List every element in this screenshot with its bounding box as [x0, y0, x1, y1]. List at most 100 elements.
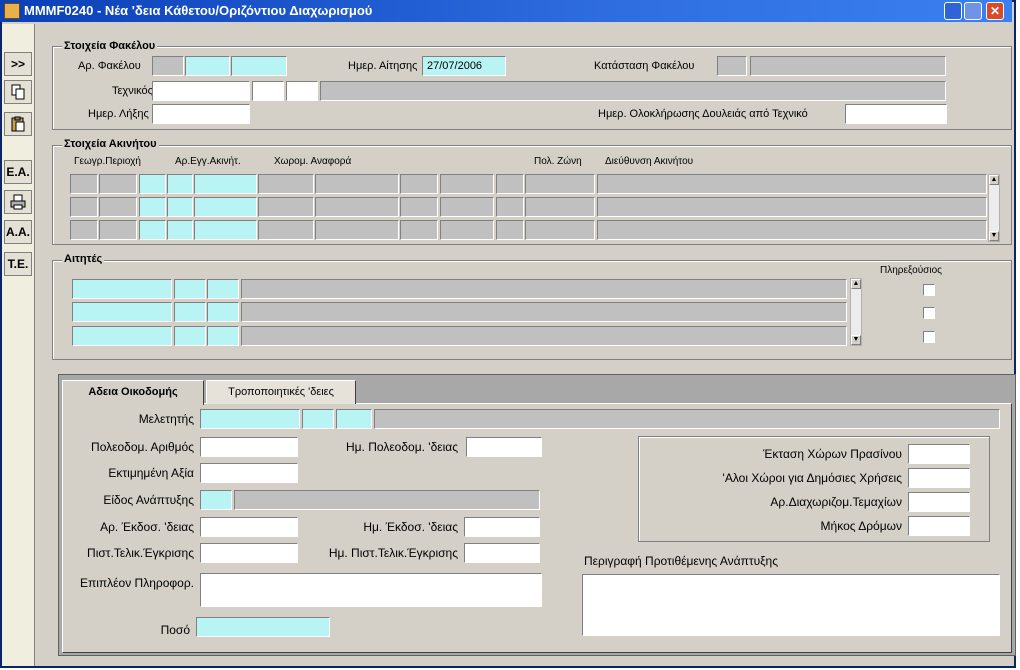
scroll-down-icon[interactable]: ▼ [989, 231, 999, 241]
full-owner-checkbox[interactable] [923, 284, 935, 296]
urban-no-field[interactable] [200, 437, 298, 457]
aa-button[interactable]: Α.Α. [4, 220, 32, 244]
claim-cell[interactable] [72, 326, 172, 346]
full-owner-checkbox[interactable] [923, 307, 935, 319]
property-cell[interactable] [400, 197, 438, 217]
property-cell[interactable] [315, 220, 399, 240]
property-cell[interactable] [440, 174, 494, 194]
claim-cell[interactable] [241, 326, 847, 346]
property-scrollbar[interactable]: ▲ ▼ [988, 174, 1000, 242]
scroll-up-icon[interactable]: ▲ [851, 279, 861, 289]
scroll-up-icon[interactable]: ▲ [989, 175, 999, 185]
permit-no-field[interactable] [200, 517, 298, 537]
claim-cell[interactable] [207, 279, 239, 299]
completion-date-field[interactable] [845, 104, 947, 124]
property-cell[interactable] [139, 220, 166, 240]
scroll-down-icon[interactable]: ▼ [851, 335, 861, 345]
claim-cell[interactable] [241, 302, 847, 322]
property-cell[interactable] [258, 220, 314, 240]
claim-cell[interactable] [241, 279, 847, 299]
engineer-code[interactable] [200, 409, 300, 429]
claims-scrollbar[interactable]: ▲ ▼ [850, 278, 862, 346]
tab-building-permit[interactable]: Αδεια Οικοδομής [62, 380, 204, 405]
property-cell[interactable] [496, 174, 524, 194]
property-cell[interactable] [167, 220, 193, 240]
claim-cell[interactable] [72, 279, 172, 299]
claim-cell[interactable] [207, 302, 239, 322]
property-cell[interactable] [525, 197, 595, 217]
ea-button[interactable]: Ε.Α. [4, 160, 32, 184]
property-cell[interactable] [70, 174, 98, 194]
engineer-part3[interactable] [336, 409, 372, 429]
property-cell[interactable] [99, 220, 137, 240]
property-cell[interactable] [167, 197, 193, 217]
property-cell[interactable] [258, 197, 314, 217]
property-cell[interactable] [99, 174, 137, 194]
property-cell[interactable] [496, 197, 524, 217]
parcels-field[interactable] [908, 492, 970, 512]
technician-code[interactable] [152, 81, 250, 101]
property-cell[interactable] [70, 220, 98, 240]
te-button[interactable]: Τ.Ε. [4, 252, 32, 276]
engineer-name[interactable] [374, 409, 1000, 429]
property-cell[interactable] [70, 197, 98, 217]
folder-status-desc[interactable] [750, 56, 946, 76]
folder-no-part2[interactable] [185, 56, 230, 76]
property-cell[interactable] [315, 197, 399, 217]
property-cell[interactable] [315, 174, 399, 194]
minimize-button[interactable] [944, 2, 962, 20]
amount-field[interactable] [196, 617, 330, 637]
claim-cell[interactable] [174, 302, 206, 322]
property-cell[interactable] [194, 197, 257, 217]
public-area-field[interactable] [908, 468, 970, 488]
property-cell[interactable] [194, 220, 257, 240]
folder-no-part3[interactable] [231, 56, 287, 76]
property-cell[interactable] [99, 197, 137, 217]
permit-date-field[interactable] [464, 517, 540, 537]
maximize-button[interactable] [964, 2, 982, 20]
property-cell[interactable] [597, 220, 987, 240]
close-button[interactable]: ✕ [986, 2, 1004, 20]
receipt-date-field[interactable] [152, 104, 250, 124]
property-cell[interactable] [496, 220, 524, 240]
folder-status-code[interactable] [717, 56, 747, 76]
property-cell[interactable] [525, 220, 595, 240]
property-cell[interactable] [400, 220, 438, 240]
claim-cell[interactable] [174, 326, 206, 346]
property-cell[interactable] [400, 174, 438, 194]
estimated-value-field[interactable] [200, 463, 298, 483]
description-field[interactable] [582, 574, 1000, 636]
technician-name[interactable] [320, 81, 946, 101]
claim-cell[interactable] [72, 302, 172, 322]
property-cell[interactable] [139, 174, 166, 194]
expand-button[interactable]: >> [4, 52, 32, 76]
engineer-part2[interactable] [302, 409, 334, 429]
cert-date-field[interactable] [464, 543, 540, 563]
development-type-code[interactable] [200, 490, 232, 510]
property-cell[interactable] [440, 197, 494, 217]
claim-cell[interactable] [207, 326, 239, 346]
property-cell[interactable] [597, 197, 987, 217]
property-cell[interactable] [194, 174, 257, 194]
extra-info-field[interactable] [200, 573, 542, 607]
application-date-field[interactable]: 27/07/2006 [422, 56, 506, 76]
property-cell[interactable] [139, 197, 166, 217]
tab-amendment-permits[interactable]: Τροποποιητικές 'δειες [206, 380, 356, 404]
property-cell[interactable] [167, 174, 193, 194]
green-area-field[interactable] [908, 444, 970, 464]
urban-date-field[interactable] [466, 437, 542, 457]
development-type-desc[interactable] [234, 490, 540, 510]
paste-button[interactable] [4, 112, 32, 136]
property-cell[interactable] [597, 174, 987, 194]
copy-button[interactable] [4, 80, 32, 104]
print-button[interactable] [4, 190, 32, 214]
claim-cell[interactable] [174, 279, 206, 299]
property-cell[interactable] [440, 220, 494, 240]
technician-part2[interactable] [252, 81, 284, 101]
folder-no-part1[interactable] [152, 56, 184, 76]
cert-field[interactable] [200, 543, 298, 563]
full-owner-checkbox[interactable] [923, 331, 935, 343]
road-length-field[interactable] [908, 516, 970, 536]
technician-part3[interactable] [286, 81, 318, 101]
property-cell[interactable] [258, 174, 314, 194]
